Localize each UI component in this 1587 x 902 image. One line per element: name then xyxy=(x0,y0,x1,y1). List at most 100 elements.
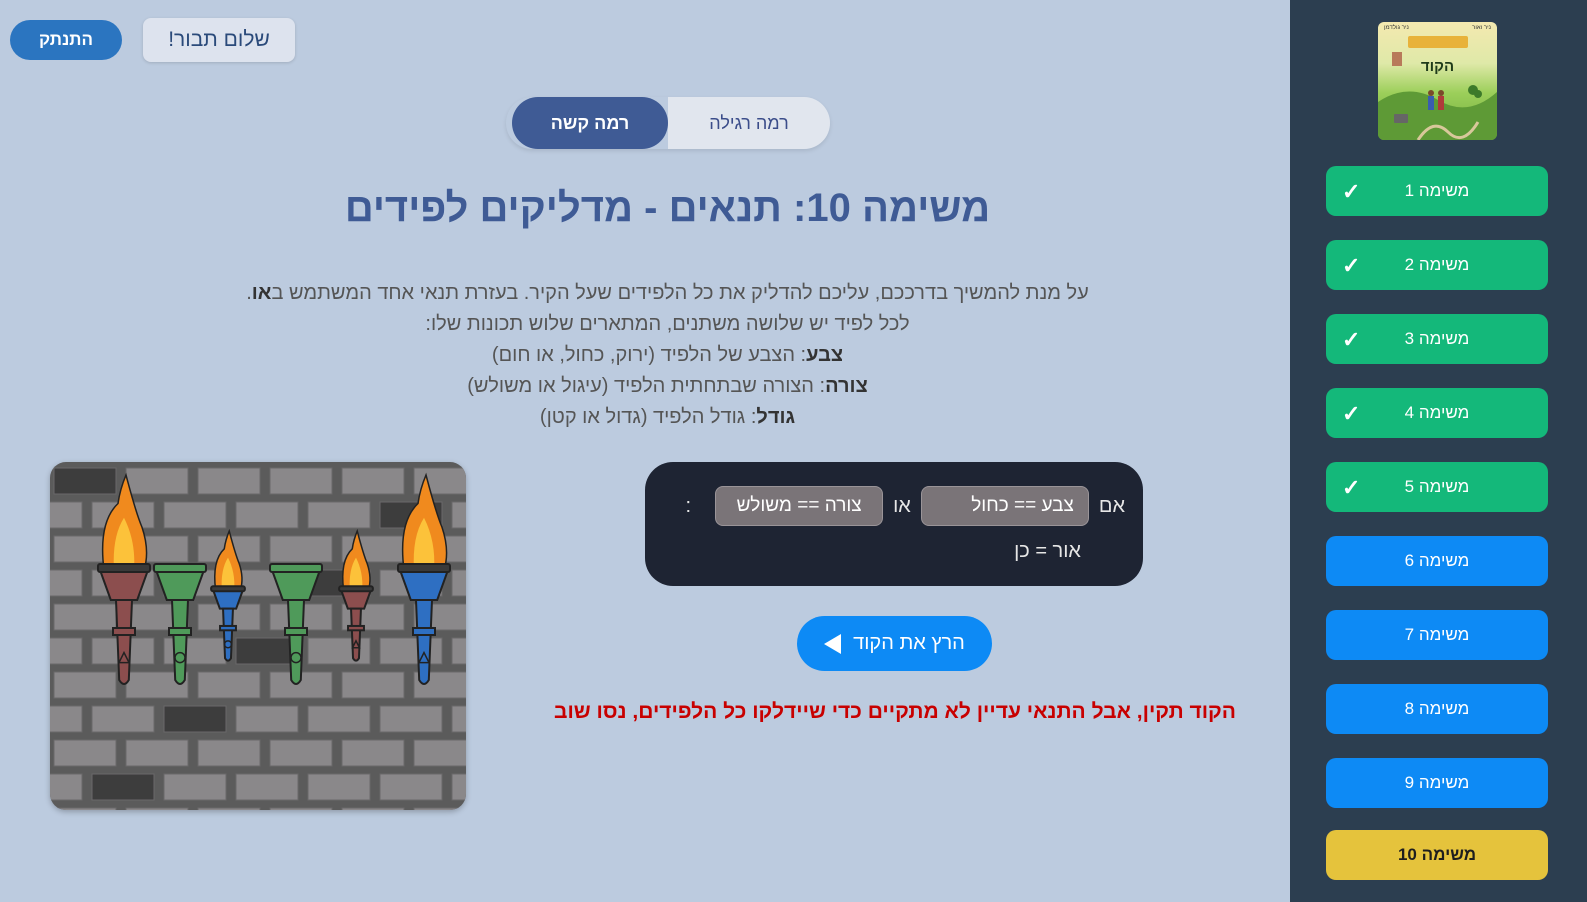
wall-brick xyxy=(413,807,466,810)
feedback-message: הקוד תקין, אבל התנאי עדיין לא מתקיים כדי… xyxy=(554,700,1236,723)
torch-rim xyxy=(97,563,151,573)
wall-brick xyxy=(379,773,443,801)
wall-brick xyxy=(125,467,189,495)
description-line-1: על מנת להמשיך בדרככם, עליכם להדליק את כל… xyxy=(0,278,1335,309)
wall-brick xyxy=(53,807,117,810)
wall-brick xyxy=(91,705,155,733)
sidebar: ניר ואור ניר גולדמן הקוד משימה 1 ✓ משימה 2… xyxy=(1290,0,1587,902)
wall-brick xyxy=(451,705,466,733)
mission-label: משימה 10 xyxy=(1397,845,1477,864)
sidebar-item-mission-5[interactable]: משימה 5 ✓ xyxy=(1326,462,1548,512)
wall-brick xyxy=(197,807,261,810)
description-bold: או xyxy=(251,282,272,304)
wall-brick xyxy=(53,739,117,767)
wall-brick xyxy=(91,773,155,801)
check-icon: ✓ xyxy=(1342,327,1361,352)
sidebar-item-mission-4[interactable]: משימה 4 ✓ xyxy=(1326,388,1548,438)
wall-brick xyxy=(197,739,261,767)
wall-brick xyxy=(163,705,227,733)
wall-brick xyxy=(341,739,405,767)
wall-brick xyxy=(53,603,117,631)
check-icon: ✓ xyxy=(1342,253,1361,278)
torch-handle xyxy=(170,599,190,685)
wall-brick xyxy=(50,705,83,733)
torch-wall xyxy=(50,462,466,810)
sidebar-item-mission-10[interactable]: משימה 10 xyxy=(1326,830,1548,880)
torch-handle xyxy=(349,607,363,662)
wall-brick xyxy=(53,467,117,495)
sidebar-item-mission-9[interactable]: משימה 9 xyxy=(1326,758,1548,808)
wall-brick xyxy=(341,467,405,495)
sidebar-item-mission-1[interactable]: משימה 1 ✓ xyxy=(1326,166,1548,216)
description-line-4: צורה: הצורה שבתחתית הלפיד (עיגול או משול… xyxy=(0,371,1335,402)
description-line-5: גודל: גודל הלפיד (גדול או קטן) xyxy=(0,402,1335,433)
level-normal-button[interactable]: רמה רגילה xyxy=(668,97,830,149)
condition-slot-1[interactable]: צבע == כחול xyxy=(920,486,1089,526)
wall-brick xyxy=(379,705,443,733)
description-text: : גודל הלפיד (גדול או קטן) xyxy=(539,406,757,428)
description-bold: גודל xyxy=(756,406,796,428)
mission-description: על מנת להמשיך בדרככם, עליכם להדליק את כל… xyxy=(0,278,1335,433)
run-code-button[interactable]: הרץ את הקוד xyxy=(797,616,992,671)
wall-brick xyxy=(235,773,299,801)
wall-brick xyxy=(269,739,333,767)
mission-label: משימה 3 xyxy=(1404,329,1470,348)
wall-brick xyxy=(413,739,466,767)
level-toggle: רמה קשה רמה רגילה xyxy=(506,97,830,149)
wall-brick xyxy=(341,671,405,699)
check-icon: ✓ xyxy=(1342,475,1361,500)
code-line-action: אור = כן xyxy=(1014,540,1081,562)
wall-brick xyxy=(341,807,405,810)
wall-brick xyxy=(307,773,371,801)
torch-rim xyxy=(153,563,207,573)
wall-brick xyxy=(235,501,299,529)
code-line-if: אם צבע == כחול או צורה == משולש : xyxy=(686,486,1125,526)
description-line-2: לכל לפיד יש שלושה משתנים, המתארים שלוש ת… xyxy=(425,313,910,335)
condition-slot-2[interactable]: צורה == משולש xyxy=(715,486,884,526)
description-text: : הצבע של הלפיד (ירוק, כחול, או חום) xyxy=(491,344,807,366)
mission-label: משימה 4 xyxy=(1404,403,1470,422)
description-text: : הצורה שבתחתית הלפיד (עיגול או משולש) xyxy=(467,375,826,397)
if-keyword: אם xyxy=(1098,494,1125,517)
level-hard-button[interactable]: רמה קשה xyxy=(512,97,668,149)
greeting-button[interactable]: שלום תבור! xyxy=(143,18,295,62)
book-cover-image[interactable]: ניר ואור ניר גולדמן הקוד xyxy=(1378,22,1497,140)
description-text: על מנת להמשיך בדרככם, עליכם להדליק את כל… xyxy=(271,282,1089,304)
description-bold: צורה xyxy=(825,375,868,397)
mission-label: משימה 2 xyxy=(1404,255,1470,274)
wall-brick xyxy=(125,807,189,810)
torch-rim xyxy=(397,563,451,573)
torch-bracket xyxy=(168,627,192,636)
sidebar-item-mission-8[interactable]: משימה 8 xyxy=(1326,684,1548,734)
wall-brick xyxy=(50,773,83,801)
torch-handle xyxy=(114,599,134,685)
cover-illustration xyxy=(1378,36,1497,140)
mission-label: משימה 7 xyxy=(1404,625,1470,644)
sidebar-item-mission-3[interactable]: משימה 3 ✓ xyxy=(1326,314,1548,364)
torch-bracket xyxy=(347,624,365,632)
check-icon: ✓ xyxy=(1342,179,1361,204)
wall-brick xyxy=(163,501,227,529)
wall-brick xyxy=(50,501,83,529)
logout-button[interactable]: התנתק xyxy=(10,20,122,60)
mission-label: משימה 8 xyxy=(1404,699,1470,718)
wall-brick xyxy=(307,705,371,733)
mission-label: משימה 5 xyxy=(1404,477,1470,496)
torch-handle xyxy=(221,607,235,662)
colon: : xyxy=(685,494,692,517)
wall-brick xyxy=(379,637,443,665)
wall-brick xyxy=(269,535,333,563)
sidebar-item-mission-2[interactable]: משימה 2 ✓ xyxy=(1326,240,1548,290)
wall-brick xyxy=(269,807,333,810)
wall-brick xyxy=(197,467,261,495)
description-line-3: צבע: הצבע של הלפיד (ירוק, כחול, או חום) xyxy=(0,340,1335,371)
wall-brick xyxy=(235,705,299,733)
torch-bracket xyxy=(284,627,308,636)
torch-bracket xyxy=(412,627,436,636)
wall-brick xyxy=(125,739,189,767)
sidebar-item-mission-6[interactable]: משימה 6 xyxy=(1326,536,1548,586)
torch-rim xyxy=(338,585,374,593)
wall-brick xyxy=(307,501,371,529)
sidebar-item-mission-7[interactable]: משימה 7 xyxy=(1326,610,1548,660)
or-keyword: או xyxy=(893,494,911,517)
